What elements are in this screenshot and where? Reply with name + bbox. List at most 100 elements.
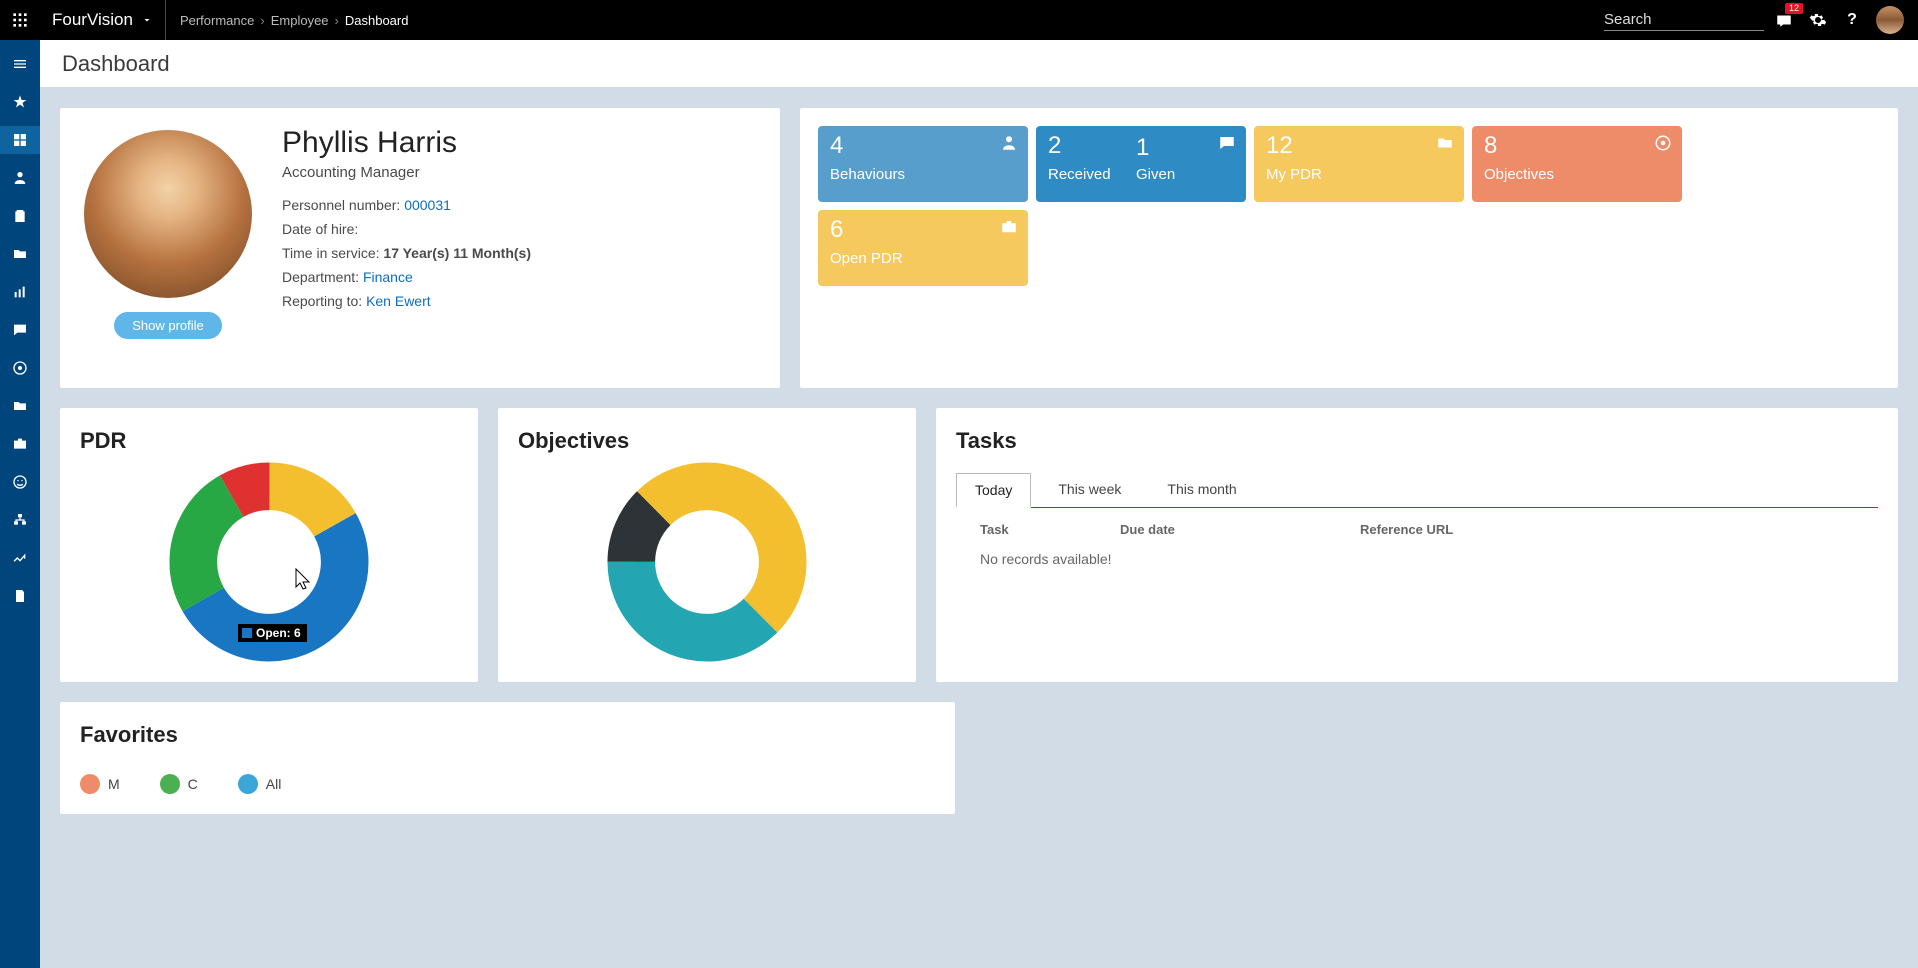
tasks-panel: Tasks Today This week This month Task Du… — [936, 408, 1898, 682]
pdr-title: PDR — [80, 428, 458, 454]
crumb-performance[interactable]: Performance — [180, 13, 254, 28]
crumb-employee[interactable]: Employee — [271, 13, 329, 28]
person-icon — [1000, 134, 1018, 152]
tile-count2: 1 — [1136, 134, 1149, 162]
tasks-table-header: Task Due date Reference URL — [956, 508, 1878, 545]
folder2-icon[interactable] — [0, 392, 40, 420]
chevron-right-icon: › — [260, 13, 264, 28]
app-launcher-icon[interactable] — [0, 0, 40, 40]
chat-icon[interactable] — [0, 316, 40, 344]
target-icon[interactable] — [0, 354, 40, 382]
legend-label: All — [266, 776, 282, 792]
legend-item: M — [80, 774, 120, 794]
dashboard-icon[interactable] — [0, 126, 40, 154]
doc-icon[interactable] — [0, 582, 40, 610]
tile-objectives[interactable]: 8 Objectives — [1472, 126, 1682, 202]
legend-label: C — [188, 776, 198, 792]
folder-icon[interactable] — [0, 240, 40, 268]
briefcase-icon[interactable] — [0, 430, 40, 458]
crumb-dashboard: Dashboard — [345, 13, 409, 28]
objectives-panel: Objectives — [498, 408, 916, 682]
tasks-tabs: Today This week This month — [956, 472, 1878, 508]
user-avatar[interactable] — [1876, 6, 1904, 34]
legend-item: All — [238, 774, 282, 794]
pdr-panel: PDR Open: 6 — [60, 408, 478, 682]
profile-role: Accounting Manager — [282, 164, 531, 181]
favorites-icon[interactable] — [0, 88, 40, 116]
page-title: Dashboard — [40, 40, 1918, 88]
show-profile-button[interactable]: Show profile — [114, 312, 222, 339]
content-area: Show profile Phyllis Harris Accounting M… — [40, 88, 1918, 968]
favorites-title: Favorites — [80, 722, 935, 748]
clipboard-icon[interactable] — [0, 202, 40, 230]
objectives-title: Objectives — [518, 428, 896, 454]
tile-behaviours[interactable]: 4 Behaviours — [818, 126, 1028, 202]
legend-dot — [238, 774, 258, 794]
smile-icon[interactable] — [0, 468, 40, 496]
tis-value: 17 Year(s) 11 Month(s) — [383, 245, 531, 261]
tile-feedback[interactable]: 2 1 Received Given — [1036, 126, 1246, 202]
menu-toggle-icon[interactable] — [0, 50, 40, 78]
col-due: Due date — [1120, 522, 1360, 537]
personnel-number[interactable]: 000031 — [404, 197, 451, 213]
tis-label: Time in service: — [282, 245, 380, 261]
tile-label: My PDR — [1266, 166, 1452, 183]
left-sidebar — [0, 40, 40, 968]
favorites-panel: Favorites M C All — [60, 702, 955, 814]
breadcrumbs: Performance › Employee › Dashboard — [166, 13, 409, 28]
col-task: Task — [980, 522, 1120, 537]
tile-count: 8 — [1484, 134, 1670, 158]
personnel-label: Personnel number: — [282, 197, 400, 213]
tile-count: 12 — [1266, 134, 1452, 158]
top-bar: FourVision Performance › Employee › Dash… — [0, 0, 1918, 40]
org-icon[interactable] — [0, 506, 40, 534]
legend-dot — [80, 774, 100, 794]
legend-dot — [160, 774, 180, 794]
tab-thisweek[interactable]: This week — [1039, 472, 1140, 507]
tab-today[interactable]: Today — [956, 473, 1031, 508]
profile-card: Show profile Phyllis Harris Accounting M… — [60, 108, 780, 388]
target-icon — [1654, 134, 1672, 152]
notification-badge: 12 — [1785, 3, 1803, 14]
person-icon[interactable] — [0, 164, 40, 192]
summary-tiles-card: 4 Behaviours 2 1 Received Given 12 My PD… — [800, 108, 1898, 388]
tasks-empty: No records available! — [956, 545, 1878, 591]
messages-icon[interactable]: 12 — [1774, 10, 1794, 30]
legend-item: C — [160, 774, 198, 794]
report-value[interactable]: Ken Ewert — [366, 293, 431, 309]
help-icon[interactable]: ? — [1842, 10, 1862, 30]
objectives-donut-chart[interactable] — [607, 462, 807, 662]
chart-icon[interactable] — [0, 278, 40, 306]
report-label: Reporting to: — [282, 293, 362, 309]
chart-tooltip: Open: 6 — [238, 624, 307, 642]
brand-name: FourVision — [52, 0, 133, 40]
tile-label: Open PDR — [830, 250, 1016, 267]
dept-value[interactable]: Finance — [363, 269, 413, 285]
chevron-down-icon — [141, 14, 153, 26]
tooltip-color-swatch — [242, 628, 252, 638]
brand-dropdown[interactable]: FourVision — [40, 0, 166, 40]
tile-openpdr[interactable]: 6 Open PDR — [818, 210, 1028, 286]
tile-label2: Given — [1136, 166, 1175, 183]
profile-photo — [84, 130, 252, 298]
profile-name: Phyllis Harris — [282, 126, 531, 160]
tile-label: Behaviours — [830, 166, 1016, 183]
chevron-right-icon: › — [335, 13, 339, 28]
trend-icon[interactable] — [0, 544, 40, 572]
tooltip-text: Open: 6 — [256, 626, 301, 640]
tile-label: Objectives — [1484, 166, 1670, 183]
hire-label: Date of hire: — [282, 221, 358, 237]
search-input[interactable] — [1604, 9, 1764, 31]
folder-icon — [1436, 134, 1454, 152]
tab-thismonth[interactable]: This month — [1148, 472, 1255, 507]
gear-icon[interactable] — [1808, 10, 1828, 30]
tile-count: 4 — [830, 134, 1016, 158]
legend-label: M — [108, 776, 120, 792]
dept-label: Department: — [282, 269, 359, 285]
chat-icon — [1218, 134, 1236, 152]
tasks-title: Tasks — [956, 428, 1878, 454]
tile-count: 6 — [830, 218, 1016, 242]
briefcase-icon — [1000, 218, 1018, 236]
tile-mypdr[interactable]: 12 My PDR — [1254, 126, 1464, 202]
col-url: Reference URL — [1360, 522, 1453, 537]
